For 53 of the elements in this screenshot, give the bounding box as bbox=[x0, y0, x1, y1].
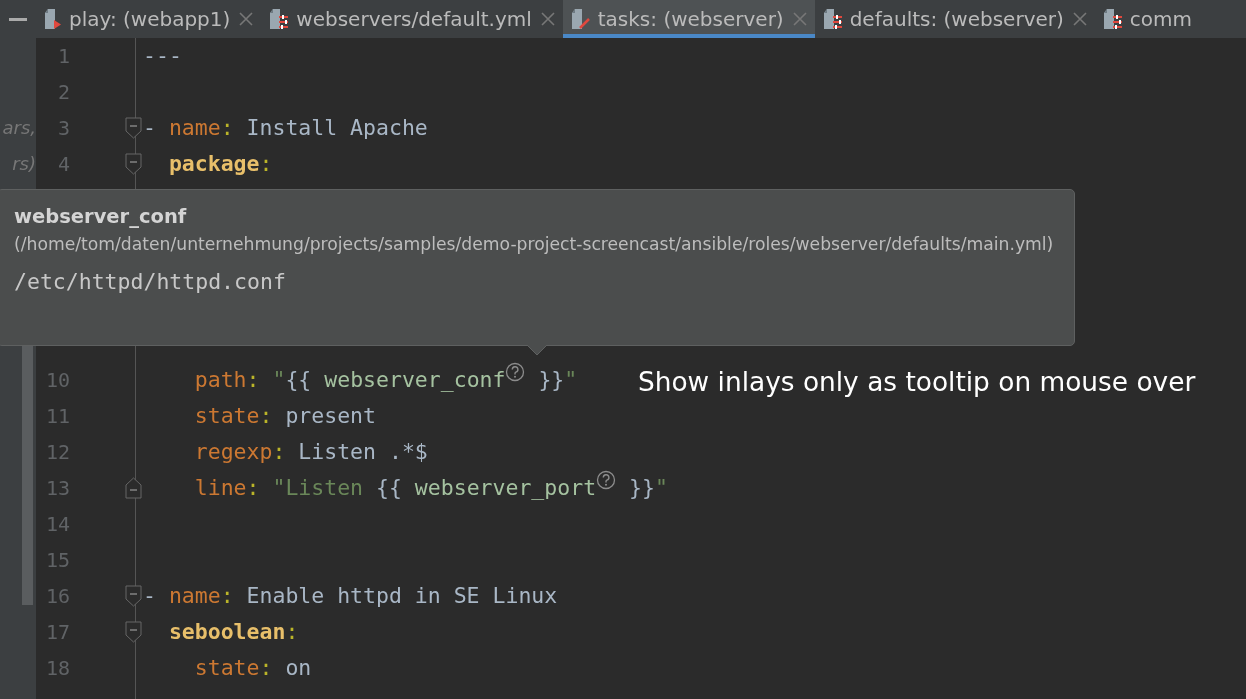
tooltip-path: (/home/tom/daten/unternehmung/projects/samples/demo-project-screencast/ansible/roles/webserver/defaults/main.yml) bbox=[14, 233, 1055, 257]
code-text: - name: Install Apache bbox=[143, 113, 428, 142]
caption-text: Show inlays only as tooltip on mouse over bbox=[638, 365, 1196, 399]
code-text: --- bbox=[143, 41, 182, 70]
project-tree-text: ars, bbox=[1, 116, 36, 140]
line-number: 1 bbox=[56, 43, 70, 70]
code-text: package: bbox=[167, 149, 273, 178]
line-number: 14 bbox=[44, 511, 70, 538]
editor-tab[interactable]: play: (webapp1) bbox=[36, 0, 262, 38]
file-icon bbox=[570, 8, 591, 30]
code-text: state: on bbox=[193, 653, 312, 682]
line-number: 4 bbox=[56, 151, 70, 178]
code-text: line: "Listen {{ webserver_port bbox=[193, 473, 597, 502]
line-number: 17 bbox=[44, 619, 70, 646]
code-text: path: "{{ webserver_conf bbox=[193, 365, 506, 394]
tooltip-value: /etc/httpd/httpd.conf bbox=[14, 268, 287, 297]
line-number: 10 bbox=[44, 367, 70, 394]
project-tree-text: rs) bbox=[11, 152, 36, 176]
minimize-icon[interactable] bbox=[9, 17, 27, 21]
line-number: 3 bbox=[56, 115, 70, 142]
code-text: state: present bbox=[193, 401, 376, 430]
close-icon[interactable] bbox=[540, 12, 555, 26]
file-icon bbox=[269, 8, 290, 30]
close-icon[interactable] bbox=[1072, 12, 1087, 26]
file-icon bbox=[1102, 8, 1123, 30]
line-number: 18 bbox=[44, 655, 70, 682]
close-icon[interactable] bbox=[792, 12, 807, 26]
editor-tab[interactable]: tasks: (webserver) bbox=[562, 0, 815, 38]
close-icon[interactable] bbox=[239, 12, 254, 26]
code-text: regexp: Listen .*$ bbox=[193, 437, 428, 466]
code-text: seboolean: bbox=[167, 617, 299, 646]
fold-icon[interactable] bbox=[125, 477, 142, 499]
line-number: 15 bbox=[44, 547, 70, 574]
fold-icon[interactable] bbox=[125, 117, 142, 139]
code-text: }}" bbox=[628, 473, 668, 502]
tooltip-title: webserver_conf bbox=[14, 204, 188, 230]
file-icon bbox=[44, 8, 62, 30]
help-icon[interactable] bbox=[596, 469, 617, 490]
editor-tab[interactable]: webservers/default.yml bbox=[261, 0, 563, 38]
editor-tab[interactable]: comm bbox=[1094, 0, 1201, 38]
editor-tab[interactable]: defaults: (webserver) bbox=[814, 0, 1095, 38]
fold-icon[interactable] bbox=[125, 153, 142, 175]
line-number: 13 bbox=[44, 475, 70, 502]
fold-icon[interactable] bbox=[125, 621, 142, 643]
code-text: - name: Enable httpd in SE Linux bbox=[143, 581, 558, 610]
fold-icon[interactable] bbox=[125, 585, 142, 607]
line-number: 12 bbox=[44, 439, 70, 466]
line-number: 16 bbox=[44, 583, 70, 610]
file-icon bbox=[822, 8, 843, 30]
line-number: 11 bbox=[44, 403, 70, 430]
line-number: 2 bbox=[56, 79, 70, 106]
help-icon[interactable] bbox=[505, 361, 526, 382]
code-text: }}" bbox=[537, 365, 578, 394]
